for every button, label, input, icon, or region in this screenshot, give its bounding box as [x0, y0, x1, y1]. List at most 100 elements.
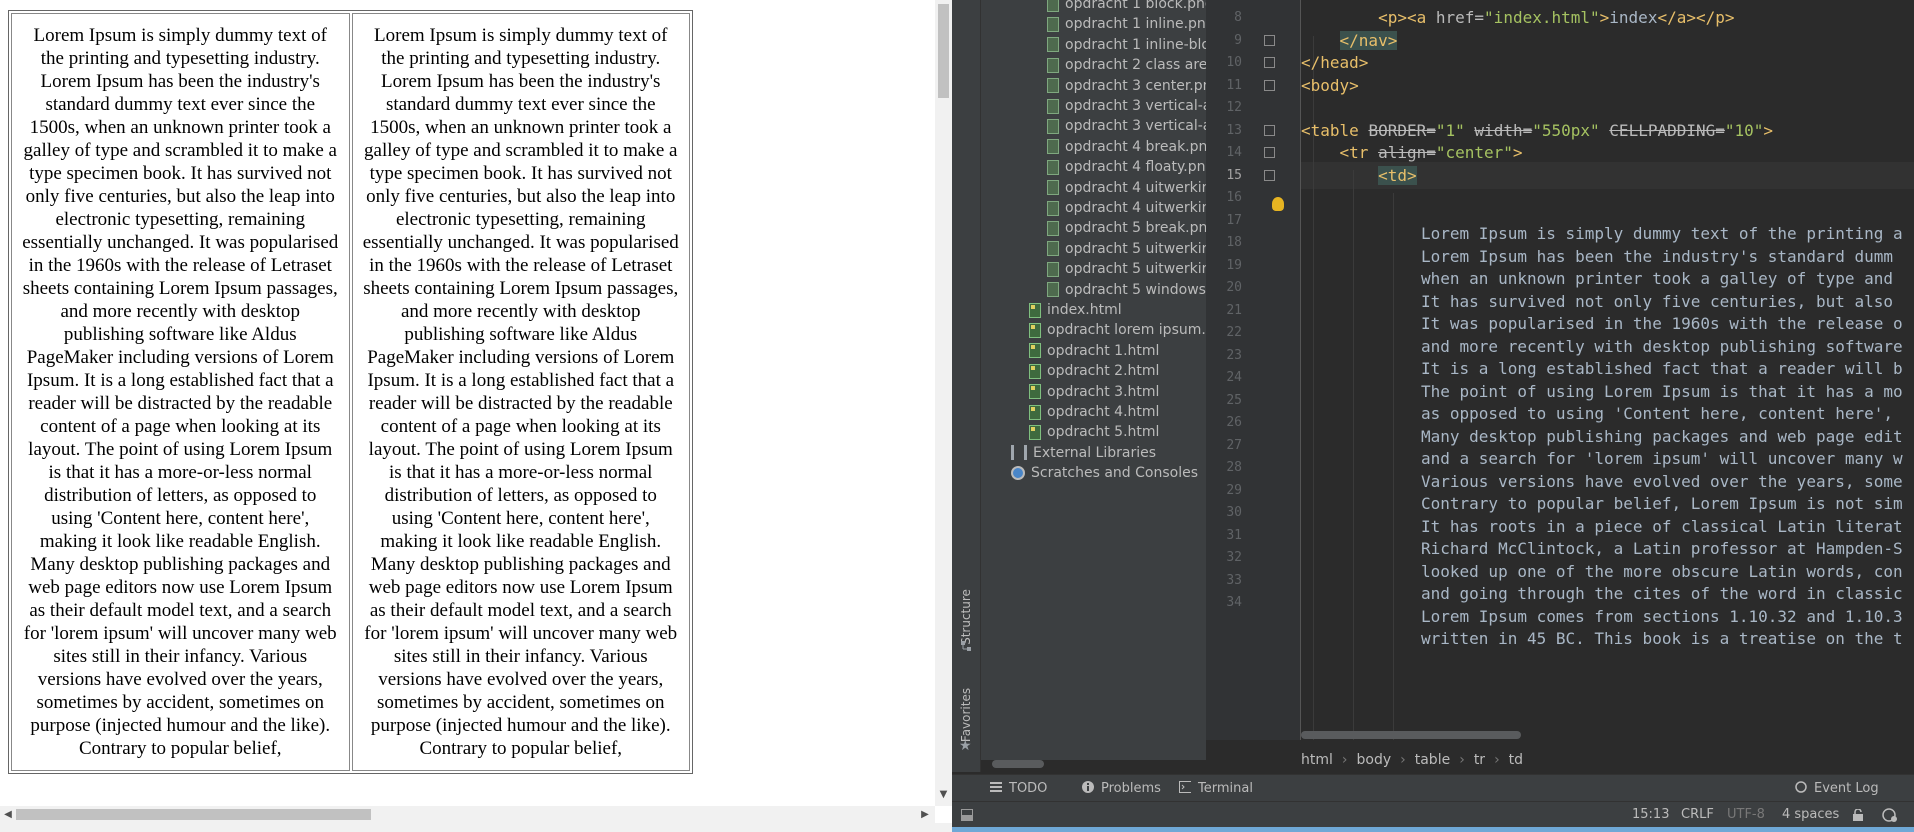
list-icon [990, 782, 1002, 792]
scroll-right-arrow-icon[interactable]: ▶ [917, 806, 933, 823]
tree-item-label: opdracht 3 vertical-alig [1065, 98, 1206, 114]
tree-item-label: External Libraries [1033, 444, 1156, 461]
html-file-icon [1029, 404, 1041, 420]
event-log-tab[interactable]: Event Log [1795, 775, 1879, 802]
fold-marker-icon[interactable] [1264, 147, 1275, 158]
breadcrumb-item[interactable]: tr [1474, 752, 1485, 768]
image-file-icon [1047, 180, 1059, 196]
editor-gutter: 8 9 10 11 12 13 14 15 16 17 18 19 20 21 22 23 24 25 26 27 28… [1206, 0, 1301, 740]
html-file-icon [1029, 363, 1041, 379]
html-file-icon [1029, 384, 1041, 400]
image-file-icon [1047, 37, 1059, 53]
horizontal-scroll-thumb[interactable] [16, 809, 371, 820]
fold-marker-icon[interactable] [1264, 124, 1275, 136]
image-file-icon [1047, 118, 1059, 134]
table-row: Lorem Ipsum is simply dummy text of the … [11, 13, 690, 771]
browser-viewport: Lorem Ipsum is simply dummy text of the … [0, 0, 935, 806]
tree-item[interactable]: Scratches and Consoles [1011, 461, 1198, 486]
breadcrumb-separator-icon: › [1459, 752, 1465, 768]
ide-window: Structure Favorites ★ opdracht 1 block.p… [952, 0, 1914, 832]
project-tree-scrollbar[interactable] [992, 760, 1044, 768]
fold-marker-icon[interactable] [1264, 57, 1275, 68]
file-encoding[interactable]: UTF-8 [1727, 802, 1765, 828]
tree-item-label: opdracht 4 uitwerking [1065, 200, 1206, 216]
scratches-icon [1011, 466, 1025, 481]
tree-item-label: opdracht 5 uitwerking [1065, 261, 1206, 278]
favorites-tab-label: Favorites [959, 687, 973, 743]
image-file-icon [1047, 220, 1059, 236]
info-icon [1082, 781, 1094, 793]
image-file-icon [1047, 200, 1059, 216]
indent-guide [1353, 170, 1354, 740]
tree-item-label: opdracht 1 inline-block [1065, 36, 1206, 53]
image-file-icon [1047, 16, 1059, 32]
terminal-tab[interactable]: Terminal [1179, 775, 1253, 802]
scroll-down-arrow-icon[interactable]: ▼ [935, 786, 952, 804]
problems-tab[interactable]: Problems [1082, 775, 1161, 802]
image-file-icon [1047, 98, 1059, 114]
tree-item-label: opdracht 3 vertical-alig [1065, 118, 1206, 135]
left-tool-strip: Structure Favorites ★ [952, 0, 981, 772]
image-file-icon [1047, 159, 1059, 175]
line-separator[interactable]: CRLF [1681, 802, 1714, 828]
tree-item-label: opdracht lorem ipsum.htm [1047, 322, 1206, 339]
fold-marker-icon[interactable] [1264, 79, 1275, 91]
tree-item-label: opdracht 2 class area.p [1065, 57, 1206, 74]
tree-item-label: opdracht 5 windows ho [1065, 281, 1206, 298]
panel-toggle-icon[interactable] [961, 809, 973, 821]
event-log-icon [1795, 781, 1807, 793]
html-file-icon [1029, 343, 1041, 359]
tree-item-label: Scratches and Consoles [1031, 465, 1198, 482]
star-icon: ★ [959, 738, 972, 754]
breadcrumb-separator-icon: › [1400, 752, 1406, 768]
tree-item-label: opdracht 1 block.png [1065, 0, 1206, 12]
breadcrumb-separator-icon: › [1494, 752, 1500, 768]
tree-item-label: opdracht 4 uitwerking.p [1065, 179, 1206, 196]
html-file-icon [1029, 302, 1041, 318]
indent-guide [1393, 193, 1394, 740]
breadcrumb-item[interactable]: body [1357, 752, 1392, 768]
editor-horizontal-scrollbar[interactable] [1301, 731, 1521, 739]
image-file-icon [1047, 282, 1059, 298]
breadcrumb-item[interactable]: td [1509, 752, 1523, 768]
lock-icon[interactable] [1852, 809, 1864, 821]
lorem-table: Lorem Ipsum is simply dummy text of the … [8, 10, 693, 774]
structure-tab[interactable]: Structure [952, 580, 980, 651]
image-file-icon [1047, 57, 1059, 73]
code-editor[interactable]: <p><a href="index.html">index</a></p> </… [1301, 0, 1914, 740]
browser-window: Lorem Ipsum is simply dummy text of the … [0, 0, 952, 832]
fold-marker-icon[interactable] [1264, 34, 1275, 46]
tree-item-label: opdracht 4 floaty.png [1065, 159, 1206, 176]
favorites-tab[interactable]: Favorites ★ [952, 680, 980, 760]
breadcrumb-item[interactable]: html [1301, 752, 1333, 768]
tree-item-label: opdracht 3.html [1047, 383, 1160, 400]
breadcrumb-item[interactable]: table [1415, 752, 1450, 768]
vertical-scroll-thumb[interactable] [938, 4, 949, 98]
tool-window-tabs: TODO Problems Terminal Event Log [952, 774, 1914, 802]
horizontal-scrollbar[interactable]: ◀ ▶ [0, 806, 935, 823]
browser-bottom-edge [0, 823, 952, 832]
todo-tab[interactable]: TODO [990, 775, 1047, 802]
fold-marker-icon[interactable] [1264, 169, 1275, 181]
structure-icon [961, 641, 971, 651]
image-file-icon [1047, 139, 1059, 155]
tree-item-label: opdracht 4.html [1047, 404, 1160, 420]
scroll-left-arrow-icon[interactable]: ◀ [0, 806, 16, 823]
code-line: <body> [1301, 75, 1359, 95]
inspector-icon[interactable] [1882, 808, 1898, 822]
tree-item-label: opdracht 1 inline.png [1065, 16, 1206, 33]
image-file-icon [1047, 78, 1059, 94]
caret-position[interactable]: 15:13 [1632, 802, 1669, 828]
tree-item-label: opdracht 5 uitwerking [1065, 240, 1206, 257]
indent-setting[interactable]: 4 spaces [1782, 802, 1839, 828]
tree-item-label: opdracht 2.html [1047, 363, 1160, 380]
structure-tab-label: Structure [959, 589, 973, 645]
table-cell: Lorem Ipsum is simply dummy text of the … [11, 13, 350, 771]
tree-item-label: opdracht 3 center.png [1065, 77, 1206, 94]
breadcrumb-separator-icon: › [1341, 752, 1348, 768]
intention-bulb-icon[interactable] [1272, 197, 1284, 211]
vertical-scrollbar[interactable]: ▼ [935, 0, 952, 806]
line-number: 34 [1226, 595, 1242, 610]
code-line: written in 45 BC. This book is a treatis… [1421, 629, 1903, 648]
tree-item-label: opdracht 5.html [1047, 424, 1160, 441]
